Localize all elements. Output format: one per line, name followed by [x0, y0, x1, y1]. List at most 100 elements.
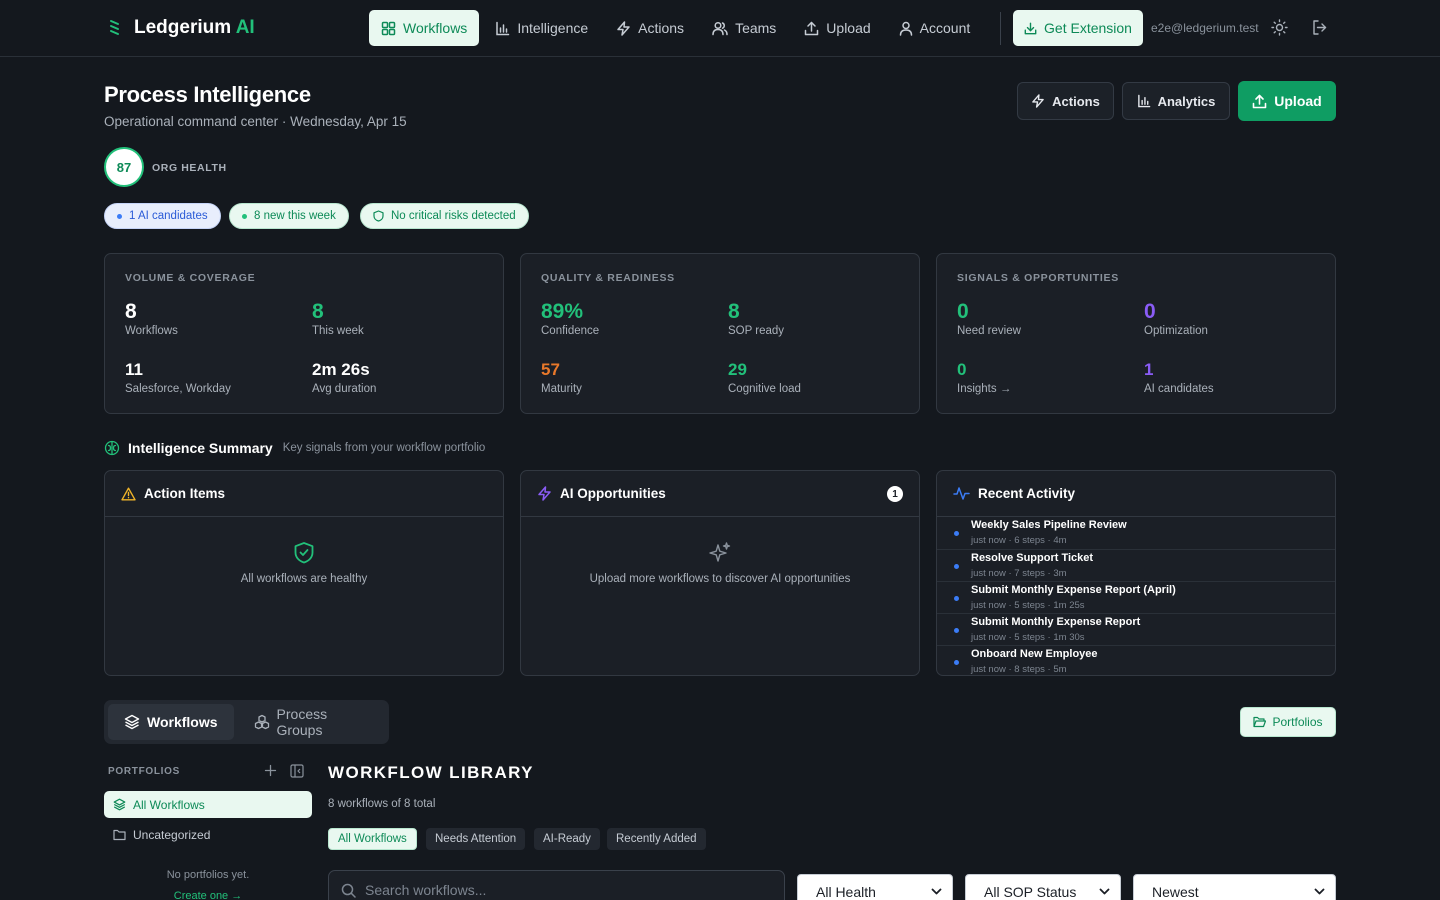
metric-value: 8 [312, 300, 324, 323]
card-title: SIGNALS & OPPORTUNITIES [957, 272, 1119, 284]
tab-workflows[interactable]: Workflows [108, 704, 234, 740]
create-portfolio-link[interactable]: Create one → [104, 890, 312, 900]
ai-candidates-pill-label: 1 AI candidates [129, 210, 208, 222]
metric-need-review: 0 Need review [957, 300, 1021, 337]
add-portfolio-icon[interactable] [264, 764, 277, 777]
shield-icon [373, 210, 384, 222]
sort-select[interactable]: Newest [1133, 874, 1336, 900]
app-name: Ledgerium AI [134, 17, 255, 39]
nav-intelligence-label: Intelligence [517, 20, 589, 36]
shield-check-icon [293, 541, 315, 565]
portfolios-label: PORTFOLIOS [108, 766, 180, 777]
activity-dot [954, 596, 959, 601]
boxes-icon [254, 714, 270, 730]
activity-list: Weekly Sales Pipeline Review just now · … [937, 517, 1335, 675]
activity-title: Submit Monthly Expense Report (April) [971, 584, 1176, 596]
search-field[interactable] [328, 870, 785, 900]
sop-status-select[interactable]: All SOP Status [965, 874, 1121, 900]
library-title: WORKFLOW LIBRARY [328, 763, 534, 782]
no-risks-pill[interactable]: No critical risks detected [360, 203, 529, 229]
nav-intelligence[interactable]: Intelligence [483, 10, 600, 46]
activity-item[interactable]: Submit Monthly Expense Report (April) ju… [937, 581, 1335, 613]
app-name-suffix: AI [235, 17, 255, 38]
upload-button[interactable]: Upload [1238, 81, 1336, 121]
nav-actions-label: Actions [638, 20, 685, 36]
logo[interactable]: Ledgerium AI [108, 17, 255, 39]
nav-account[interactable]: Account [887, 10, 983, 46]
metric-optimization: 0 Optimization [1144, 300, 1208, 337]
filter-ai-ready[interactable]: AI-Ready [534, 828, 600, 850]
activity-meta: just now · 6 steps · 4m [971, 535, 1067, 546]
get-extension-button[interactable]: Get Extension [1013, 10, 1143, 46]
org-health-label: ORG HEALTH [152, 162, 227, 174]
activity-item[interactable]: Resolve Support Ticket just now · 7 step… [937, 549, 1335, 581]
bar-chart-icon [1137, 94, 1151, 108]
metric-label: Maturity [541, 383, 582, 395]
activity-item[interactable]: Submit Monthly Expense Report just now ·… [937, 613, 1335, 645]
activity-title: Submit Monthly Expense Report [971, 616, 1141, 628]
card-title: QUALITY & READINESS [541, 272, 675, 284]
activity-item[interactable]: Onboard New Employee just now · 8 steps … [937, 645, 1335, 675]
status-dot [242, 213, 247, 219]
sparkles-icon [708, 541, 732, 565]
user-email: e2e@ledgerium.test [1151, 21, 1259, 35]
activity-title: Weekly Sales Pipeline Review [971, 519, 1127, 531]
tab-workflows-label: Workflows [147, 714, 218, 730]
activity-title: Resolve Support Ticket [971, 552, 1094, 564]
metric-value: 11 [125, 360, 143, 379]
chevron-down-icon [931, 888, 942, 896]
card-header: AI Opportunities 1 [521, 471, 919, 517]
folder-icon [113, 829, 126, 841]
actions-button-label: Actions [1052, 93, 1100, 109]
filter-needs-attention[interactable]: Needs Attention [426, 828, 526, 850]
metric-label: SOP ready [728, 325, 785, 337]
main-nav: Workflows Intelligence Actions Teams Upl… [369, 10, 982, 46]
metric-value: 0 [957, 300, 969, 323]
select-value: All SOP Status [984, 884, 1077, 900]
analytics-button[interactable]: Analytics [1122, 82, 1230, 120]
filter-recently-added[interactable]: Recently Added [607, 828, 706, 850]
health-filter-select[interactable]: All Health [797, 874, 953, 900]
activity-dot [954, 564, 959, 569]
collapse-sidebar-icon[interactable] [290, 764, 304, 778]
download-icon [1024, 22, 1037, 35]
intelligence-summary-header: Intelligence Summary Key signals from yo… [104, 440, 485, 456]
count-badge: 1 [887, 486, 903, 502]
nav-workflows[interactable]: Workflows [369, 10, 480, 46]
ai-candidates-pill[interactable]: 1 AI candidates [104, 203, 221, 229]
nav-teams[interactable]: Teams [700, 10, 788, 46]
activity-icon [953, 486, 970, 501]
volume-coverage-card: VOLUME & COVERAGE 8 Workflows 8 This wee… [104, 253, 504, 414]
empty-state-text: Upload more workflows to discover AI opp… [589, 573, 851, 585]
folder-open-icon [1253, 716, 1267, 728]
metric-value: 1 [1144, 360, 1154, 379]
sidebar-item-uncategorized[interactable]: Uncategorized [104, 821, 312, 848]
portfolios-button[interactable]: Portfolios [1240, 707, 1336, 737]
ai-opportunities-card: AI Opportunities 1 Upload more workflows… [520, 470, 920, 676]
search-input[interactable] [365, 882, 765, 898]
sidebar-item-all-workflows[interactable]: All Workflows [104, 791, 312, 818]
nav-teams-label: Teams [735, 20, 777, 36]
chevron-down-icon [1314, 888, 1325, 896]
analytics-button-label: Analytics [1157, 93, 1216, 109]
actions-button[interactable]: Actions [1017, 82, 1114, 120]
metric-ai-candidates: 1 AI candidates [1144, 358, 1214, 395]
sun-icon[interactable] [1271, 19, 1288, 36]
activity-dot [954, 531, 959, 536]
metric-workflows: 8 Workflows [125, 300, 178, 337]
nav-actions[interactable]: Actions [604, 10, 696, 46]
metric-value: 57 [541, 360, 560, 379]
activity-title: Onboard New Employee [971, 648, 1098, 660]
tab-process-groups[interactable]: Process Groups [238, 704, 385, 740]
filter-all-workflows[interactable]: All Workflows [328, 828, 417, 850]
metric-insights-link[interactable]: 0 Insights → [957, 358, 1011, 395]
nav-upload[interactable]: Upload [792, 10, 882, 46]
logout-icon[interactable] [1311, 19, 1328, 36]
metric-cognitive-load: 29 Cognitive load [728, 358, 801, 395]
metric-value: 8 [728, 300, 740, 323]
activity-meta: just now · 5 steps · 1m 30s [971, 632, 1085, 643]
portfolios-button-label: Portfolios [1272, 715, 1323, 729]
layers-icon [113, 798, 126, 811]
new-this-week-pill[interactable]: 8 new this week [229, 203, 349, 229]
activity-item[interactable]: Weekly Sales Pipeline Review just now · … [937, 517, 1335, 549]
